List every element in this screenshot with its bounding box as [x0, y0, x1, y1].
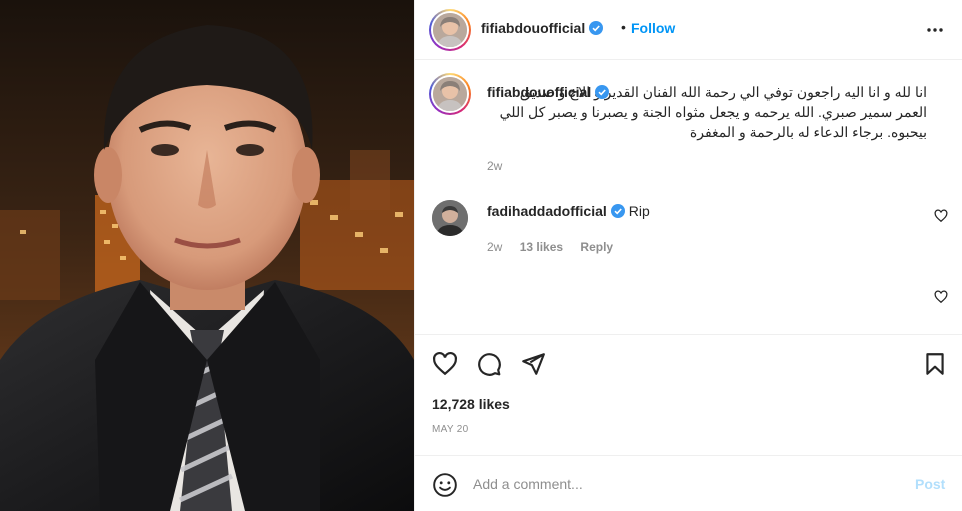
comment-likes-count[interactable]: 13 likes [520, 240, 563, 254]
verified-badge-icon [589, 21, 604, 35]
post-actions-bar [415, 334, 962, 384]
commenter-username[interactable]: fadihaddadofficial [487, 203, 607, 219]
comment-meta: 2w 13 likes Reply [487, 240, 627, 254]
add-comment-bar: Post [415, 455, 962, 511]
post-comment-button[interactable]: Post [915, 476, 945, 492]
portrait-photo [0, 0, 414, 511]
comment-input[interactable] [473, 473, 893, 495]
follow-button[interactable]: Follow [631, 20, 675, 36]
reply-button[interactable]: Reply [580, 240, 613, 254]
author-username[interactable]: fifiabdouofficial [481, 20, 585, 36]
comment-row: fadihaddadofficial Rip [487, 203, 650, 219]
post-photo[interactable] [0, 0, 414, 511]
caption-author-avatar[interactable] [429, 73, 471, 115]
post-date[interactable]: MAY 20 [432, 424, 468, 435]
like-caption-heart-icon[interactable] [934, 290, 948, 304]
post-header: fifiabdouofficial • Follow [415, 0, 962, 60]
more-options-icon[interactable] [923, 18, 947, 42]
post-details-panel: fifiabdouofficial • Follow انا لله و انا… [414, 0, 962, 511]
emoji-icon[interactable] [432, 472, 458, 498]
author-username-link[interactable]: fifiabdouofficial [481, 20, 604, 38]
paper-plane-icon[interactable] [520, 351, 546, 377]
instagram-post: fifiabdouofficial • Follow انا لله و انا… [0, 0, 962, 511]
commenter-avatar[interactable] [432, 200, 468, 236]
like-comment-heart-icon[interactable] [934, 209, 948, 223]
commenter-avatar-image [432, 200, 468, 236]
comment-icon[interactable] [476, 351, 502, 377]
bookmark-icon[interactable] [922, 351, 948, 377]
caption-timestamp[interactable]: 2w [487, 159, 502, 173]
author-avatar[interactable] [429, 9, 471, 51]
verified-badge-icon [595, 85, 610, 99]
verified-badge-icon [610, 204, 625, 218]
caption-username-link[interactable]: fifiabdouofficial [487, 84, 610, 102]
comment-text: Rip [628, 203, 650, 219]
separator-dot: • [621, 19, 626, 35]
caption-avatar-image [433, 77, 467, 111]
comment-timestamp[interactable]: 2w [487, 240, 502, 254]
caption-username[interactable]: fifiabdouofficial [487, 84, 591, 100]
author-avatar-image [433, 13, 467, 47]
likes-count[interactable]: 12,728 likes [432, 396, 510, 412]
heart-icon[interactable] [432, 351, 458, 377]
